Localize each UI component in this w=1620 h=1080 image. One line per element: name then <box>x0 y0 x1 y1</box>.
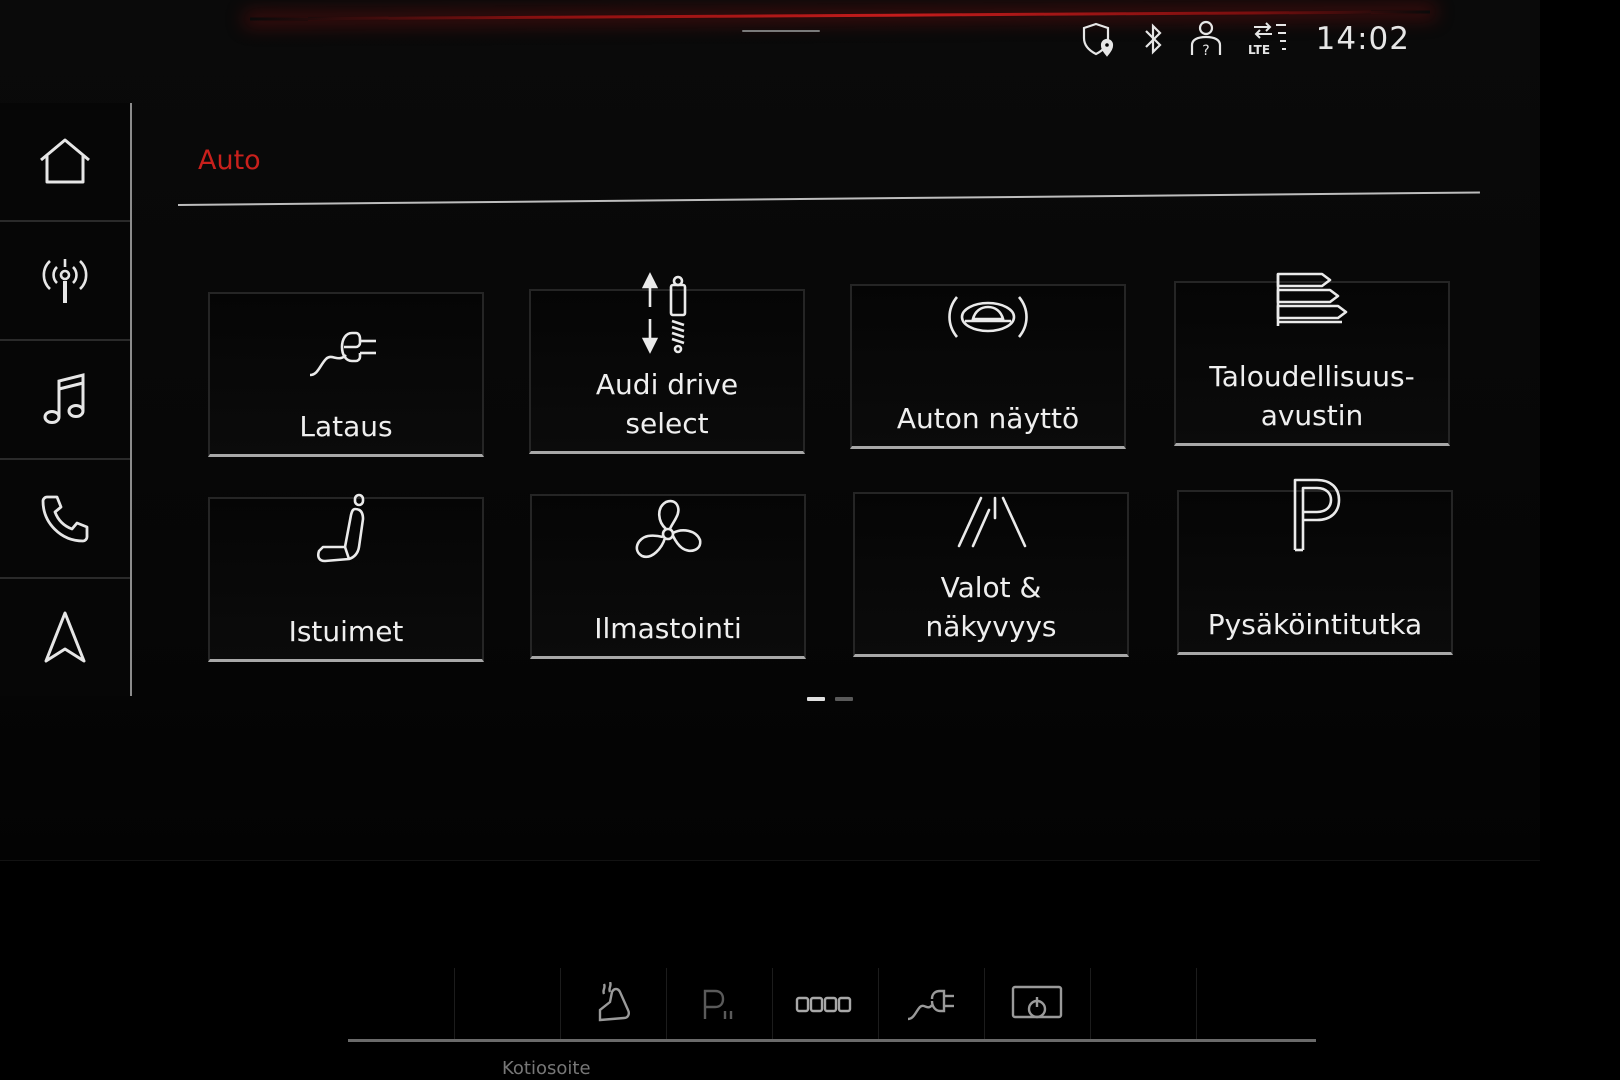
bluetooth-icon[interactable] <box>1140 21 1166 57</box>
nav-radio[interactable] <box>0 222 130 341</box>
page-indicator[interactable] <box>807 697 853 701</box>
page-title: Auto <box>198 145 261 176</box>
tile-auton-naytto[interactable]: Auton näyttö <box>850 284 1126 449</box>
suspension-icon <box>641 272 687 354</box>
home-icon <box>40 138 90 183</box>
tile-label: Valot & näkyvyys <box>925 571 1057 643</box>
charging-plug-icon <box>309 331 376 377</box>
tile-taloudellisuusavustin[interactable]: Taloudellisuus-avustin <box>1174 272 1450 446</box>
parking-icon <box>1293 478 1341 552</box>
home-address-label[interactable]: Kotiosoite <box>502 1058 591 1079</box>
nav-phone[interactable] <box>0 460 130 579</box>
efficiency-icon <box>1276 272 1348 326</box>
clock: 14:02 <box>1315 21 1410 57</box>
lte-signal-icon[interactable]: LTE <box>1246 19 1288 59</box>
seat-icon <box>316 493 365 563</box>
svg-text:?: ? <box>1202 43 1209 59</box>
shield-location-icon[interactable] <box>1078 19 1118 59</box>
main-screen: ? LTE 14:02 Auto Lataus Audi drive selec… <box>0 0 1540 861</box>
bottom-parking[interactable] <box>666 968 773 1042</box>
bottom-empty-slot[interactable] <box>1196 968 1302 1042</box>
parking-assist-icon <box>703 989 733 1019</box>
tile-lataus[interactable]: Lataus <box>208 292 484 457</box>
tile-label: Pysäköintitutka <box>1207 608 1423 641</box>
tile-label: Audi drive select <box>595 368 739 440</box>
nav-home[interactable] <box>0 103 130 222</box>
page-dot-2[interactable] <box>835 697 853 701</box>
tile-audi-drive-select[interactable]: Audi drive select <box>529 272 805 454</box>
nav-navigation[interactable] <box>0 579 130 696</box>
tile-istuimet[interactable]: Istuimet <box>208 493 484 662</box>
bottom-empty-slot[interactable] <box>348 968 455 1042</box>
profile-icon[interactable]: ? <box>1188 19 1224 59</box>
lights-road-icon <box>957 496 1027 548</box>
title-divider <box>177 191 1480 206</box>
bottom-bar-rule <box>348 1039 1316 1042</box>
battery-level-icon <box>795 996 852 1013</box>
fan-icon <box>635 499 702 559</box>
tile-label: Ilmastointi <box>594 612 742 645</box>
car-display-icon <box>948 296 1028 338</box>
bottom-display-off[interactable] <box>984 968 1091 1042</box>
lte-label: LTE <box>1248 43 1270 57</box>
nav-media[interactable] <box>0 341 130 460</box>
feature-grid: Lataus Audi drive select Auton näyttö Ta… <box>205 240 1460 662</box>
display-off-icon <box>1011 985 1063 1019</box>
pull-down-handle[interactable] <box>742 30 820 32</box>
page-dot-1[interactable] <box>807 697 825 701</box>
bottom-charging[interactable] <box>878 968 985 1042</box>
tile-valot-nakyvyys[interactable]: Valot & näkyvyys <box>853 492 1129 657</box>
tile-label: Istuimet <box>288 615 404 648</box>
music-icon <box>43 372 85 424</box>
side-navigation <box>0 103 132 696</box>
bottom-empty-slot[interactable] <box>454 968 561 1042</box>
bottom-battery[interactable] <box>772 968 879 1042</box>
bottom-climate-bar <box>348 960 1316 1048</box>
bottom-seat-heat[interactable] <box>560 968 667 1042</box>
tile-label: Auton näyttö <box>896 402 1080 435</box>
tile-label: Lataus <box>299 410 393 443</box>
tile-pysakointitutka[interactable]: Pysäköintitutka <box>1177 478 1453 655</box>
status-bar: ? LTE 14:02 <box>1078 18 1410 60</box>
charging-plug-icon <box>907 989 954 1021</box>
navigation-icon <box>44 611 86 662</box>
tile-label: Taloudellisuus-avustin <box>1209 360 1415 432</box>
bottom-empty-slot[interactable] <box>1090 968 1197 1042</box>
phone-icon <box>41 495 89 542</box>
radio-icon <box>42 258 88 303</box>
seat-heat-icon <box>598 982 630 1022</box>
tile-ilmastointi[interactable]: Ilmastointi <box>530 494 806 659</box>
